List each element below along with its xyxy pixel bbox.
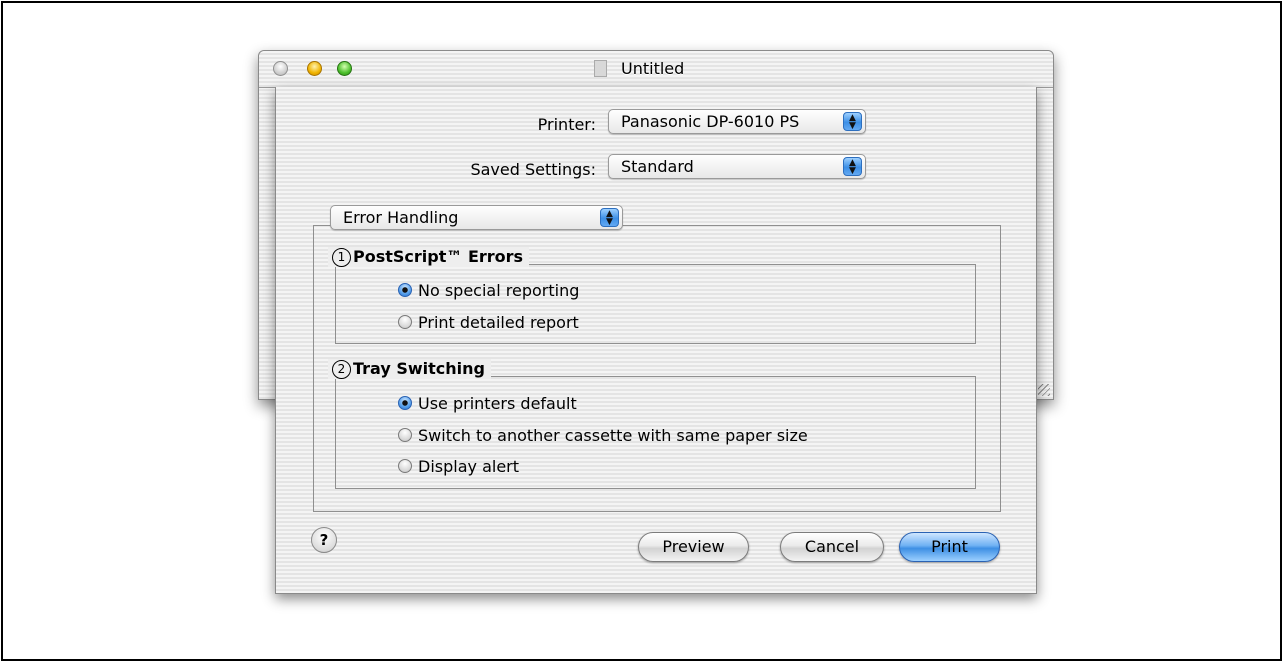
window-title: Untitled [621,59,685,78]
printer-popup-value: Panasonic DP-6010 PS [621,112,800,131]
print-button[interactable]: Print [899,532,1000,562]
minimize-button-icon[interactable] [307,61,322,76]
title-bar[interactable]: Untitled [259,51,1053,88]
radio-selected-icon[interactable] [398,396,412,410]
radio-unselected-icon[interactable] [398,428,412,442]
radio-label: Use printers default [418,394,577,413]
callout-number: 1 [332,248,351,267]
panel-popup-value: Error Handling [343,208,459,227]
print-sheet: Printer: Panasonic DP-6010 PS ▲ ▼ Saved S… [275,87,1037,594]
saved-settings-popup-value: Standard [621,157,694,176]
zoom-button-icon[interactable] [337,61,352,76]
group-title-text: Tray Switching [353,359,485,378]
radio-label: Display alert [418,457,520,476]
help-button[interactable]: ? [311,527,337,553]
postscript-errors-group [335,264,976,344]
panel-popup[interactable]: Error Handling ▲ ▼ [330,205,623,230]
radio-selected-icon[interactable] [398,283,412,297]
close-button-icon[interactable] [273,61,288,76]
document-proxy-icon [594,60,607,77]
popup-arrows-icon: ▲ ▼ [843,112,862,131]
popup-arrows-icon: ▲ ▼ [600,208,619,227]
cancel-button[interactable]: Cancel [780,532,884,562]
printer-popup[interactable]: Panasonic DP-6010 PS ▲ ▼ [608,109,866,134]
tray-switching-title: 2 Tray Switching [328,359,491,379]
printer-label: Printer: [537,115,596,134]
radio-display-alert[interactable]: Display alert [398,457,519,476]
radio-label: Print detailed report [418,313,579,332]
radio-label: No special reporting [418,281,580,300]
saved-settings-label: Saved Settings: [470,160,596,179]
callout-number: 2 [332,360,351,379]
radio-label: Switch to another cassette with same pap… [418,426,808,445]
radio-unselected-icon[interactable] [398,315,412,329]
saved-settings-popup[interactable]: Standard ▲ ▼ [608,154,866,179]
group-title-text: PostScript™ Errors [353,247,524,266]
resize-grip-icon[interactable] [1038,384,1050,396]
radio-switch-cassette[interactable]: Switch to another cassette with same pap… [398,426,808,445]
postscript-errors-title: 1 PostScript™ Errors [328,247,530,267]
preview-button[interactable]: Preview [638,532,749,562]
radio-no-special-reporting[interactable]: No special reporting [398,281,579,300]
radio-use-printers-default[interactable]: Use printers default [398,394,577,413]
radio-unselected-icon[interactable] [398,459,412,473]
popup-arrows-icon: ▲ ▼ [843,157,862,176]
radio-print-detailed-report[interactable]: Print detailed report [398,313,579,332]
